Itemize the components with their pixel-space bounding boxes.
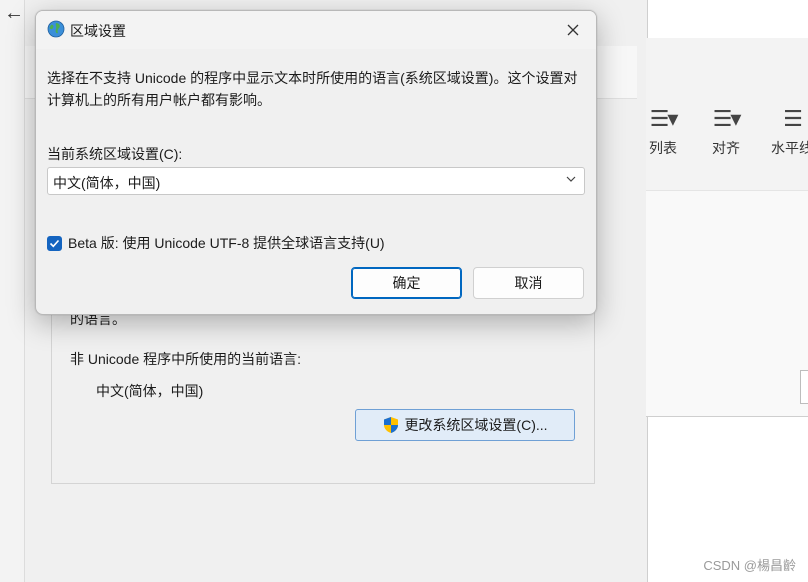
change-system-locale-label: 更改系统区域设置(C)... [404,417,548,433]
align-icon: ☰▾ [712,106,742,131]
non-unicode-current-language: 中文(简体，中国) [96,383,204,399]
back-arrow-icon[interactable]: ← [4,2,24,25]
ribbon-list-label: 列表 [649,140,677,156]
non-unicode-label: 非 Unicode 程序中所使用的当前语言: [70,351,302,367]
current-locale-label: 当前系统区域设置(C): [47,146,183,162]
beta-utf8-checkbox[interactable] [47,235,62,251]
ribbon-horizontal-line-label: 水平线 [771,140,808,156]
current-locale-select[interactable]: 中文(简体，中国) [47,167,585,195]
list-icon: ☰▾ [649,106,679,131]
current-locale-value: 中文(简体，中国) [53,175,161,191]
watermark: CSDN @楊昌齡 [703,558,796,573]
dialog-description: 选择在不支持 Unicode 的程序中显示文本时所使用的语言(系统区域设置)。这… [47,70,578,108]
globe-icon [47,20,65,38]
checkmark-icon [49,239,60,247]
dialog-titlebar[interactable]: 区域设置 [36,11,596,49]
ribbon-align-label: 对齐 [712,140,740,156]
close-button[interactable] [550,11,596,49]
background-window-edge: ← [0,0,25,582]
horizontal-line-icon: ☰ [783,106,803,131]
cancel-button[interactable]: 取消 [473,267,584,299]
background-input-edge [800,370,808,404]
dialog-title: 区域设置 [70,23,126,39]
close-icon [567,24,579,36]
ribbon-align-button[interactable]: ☰▾ 对齐 [708,108,744,158]
chevron-down-icon [566,176,576,182]
ribbon-toolbar: ☰▾ 列表 ☰▾ 对齐 ☰ 水平线 [646,38,808,191]
ok-button[interactable]: 确定 [351,267,462,299]
region-settings-dialog: 区域设置 选择在不支持 Unicode 的程序中显示文本时所使用的语言(系统区域… [35,10,597,315]
background-editor-window: ☰▾ 列表 ☰▾ 对齐 ☰ 水平线 [646,38,808,417]
uac-shield-icon [384,417,399,433]
beta-utf8-label: Beta 版: 使用 Unicode UTF-8 提供全球语言支持(U) [68,235,385,251]
change-system-locale-button[interactable]: 更改系统区域设置(C)... [355,409,575,441]
beta-utf8-option[interactable]: Beta 版: 使用 Unicode UTF-8 提供全球语言支持(U) [47,233,385,253]
ribbon-horizontal-line-button[interactable]: ☰ 水平线 [768,108,808,158]
ribbon-list-button[interactable]: ☰▾ 列表 [646,108,680,158]
